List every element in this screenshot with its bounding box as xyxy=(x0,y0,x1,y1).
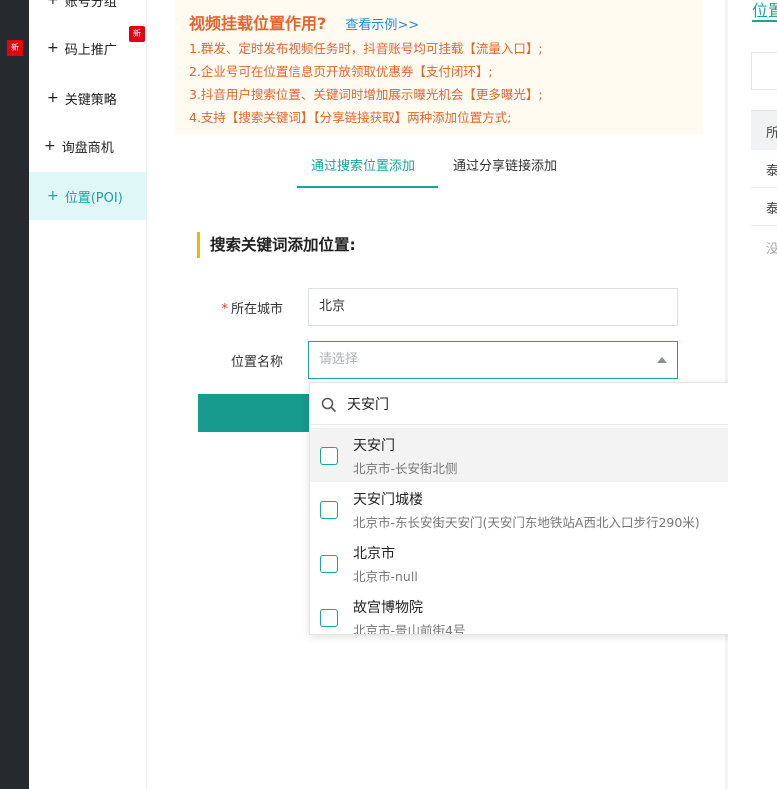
notice-line: 3.抖音用户搜索位置、关键词时增加展示曝光机会【更多曝光】; xyxy=(189,87,543,102)
dropdown-search[interactable]: 天安门 xyxy=(310,383,768,425)
city-input[interactable]: 北京 xyxy=(308,288,678,326)
notice-line: 1.群发、定时发布视频任务时，抖音账号均可挂载【流量入口】; xyxy=(189,41,543,56)
checkbox[interactable] xyxy=(320,609,338,627)
option-name: 北京市 xyxy=(353,546,395,562)
sidebar-item-label: 关键策略 xyxy=(64,92,117,108)
plus-icon: + xyxy=(44,138,56,154)
table-cell: 泰 xyxy=(766,202,777,217)
notice-line: 2.企业号可在位置信息页开放领取优惠券【支付闭环】; xyxy=(189,64,493,79)
sidebar-item-label: 码上推广 xyxy=(64,42,117,58)
plus-icon: + xyxy=(47,0,59,8)
section-title: 搜索关键词添加位置: xyxy=(197,232,356,258)
view-example-link[interactable]: 查看示例>> xyxy=(345,18,419,33)
option-name: 故宫博物院 xyxy=(353,600,423,616)
checkbox[interactable] xyxy=(320,501,338,519)
right-panel: 位置 所 泰 泰 没 xyxy=(728,0,777,789)
dropdown-search-input[interactable]: 天安门 xyxy=(347,394,389,414)
sidebar-item-label: 账号分组 xyxy=(64,0,117,10)
sidebar-item-account-group[interactable]: + 账号分组 xyxy=(29,0,147,24)
checkbox[interactable] xyxy=(320,447,338,465)
sidebar-item-inquiry[interactable]: + 询盘商机 xyxy=(29,122,147,170)
plus-icon: + xyxy=(47,40,59,56)
empty-text: 没 xyxy=(766,242,777,257)
right-panel-input[interactable] xyxy=(751,52,777,90)
list-item[interactable]: 天安门城楼 北京市-东长安街天安门(天安门东地铁站A西北入口步行290米) xyxy=(310,482,762,536)
notice-line: 4.支持【搜索关键词】【分享链接获取】两种添加位置方式; xyxy=(189,110,512,125)
notice-title: 视频挂载位置作用? xyxy=(189,14,327,33)
app-rail: 新 xyxy=(0,0,29,789)
option-address: 北京市-景山前街4号 xyxy=(353,623,466,635)
option-name: 天安门城楼 xyxy=(353,492,423,508)
new-badge: 新 xyxy=(7,40,23,56)
checkbox[interactable] xyxy=(320,555,338,573)
sidebar-item-poi[interactable]: + 位置(POI) xyxy=(29,172,147,220)
location-select[interactable]: 请选择 xyxy=(308,341,678,379)
sidebar: + 账号分组 + 码上推广 新 + 关键策略 + 询盘商机 + 位置(POI) xyxy=(29,0,147,789)
option-address: 北京市-null xyxy=(353,569,418,584)
option-address: 北京市-东长安街天安门(天安门东地铁站A西北入口步行290米) xyxy=(353,515,700,530)
sidebar-item-key-strategy[interactable]: + 关键策略 xyxy=(29,74,147,122)
sidebar-item-label: 位置(POI) xyxy=(64,190,123,206)
search-icon xyxy=(321,397,337,413)
required-mark: * xyxy=(221,302,228,317)
location-dropdown: 天安门 天安门 北京市-长安街北侧 天安门城楼 北京市-东长安街天安门(天安门东… xyxy=(309,382,769,635)
list-item[interactable]: 北京市 北京市-null xyxy=(310,536,762,590)
sidebar-item-label: 询盘商机 xyxy=(61,140,114,156)
option-name: 天安门 xyxy=(353,438,395,454)
option-address: 北京市-长安街北侧 xyxy=(353,461,458,476)
tab-share-link-add[interactable]: 通过分享链接添加 xyxy=(453,152,557,188)
right-panel-title: 位置 xyxy=(752,1,777,20)
notice-box: 视频挂载位置作用? 查看示例>> 1.群发、定时发布视频任务时，抖音账号均可挂载… xyxy=(175,0,703,134)
table-cell: 泰 xyxy=(766,164,777,179)
plus-icon: + xyxy=(47,90,59,106)
plus-icon: + xyxy=(47,188,59,204)
list-item[interactable]: 故宫博物院 北京市-景山前街4号 xyxy=(310,590,762,635)
tab-underline xyxy=(752,20,777,22)
table-header-cell: 所 xyxy=(766,126,777,141)
tab-search-add[interactable]: 通过搜索位置添加 xyxy=(297,152,438,188)
sidebar-item-code-promotion[interactable]: + 码上推广 新 xyxy=(29,24,147,72)
caret-up-icon xyxy=(657,357,667,363)
location-label: 位置名称 xyxy=(230,355,283,370)
list-item[interactable]: 天安门 北京市-长安街北侧 xyxy=(310,428,762,482)
submit-button[interactable] xyxy=(198,394,310,432)
new-badge: 新 xyxy=(129,26,145,42)
location-placeholder: 请选择 xyxy=(319,352,359,367)
city-label: * 所在城市 xyxy=(221,302,283,317)
